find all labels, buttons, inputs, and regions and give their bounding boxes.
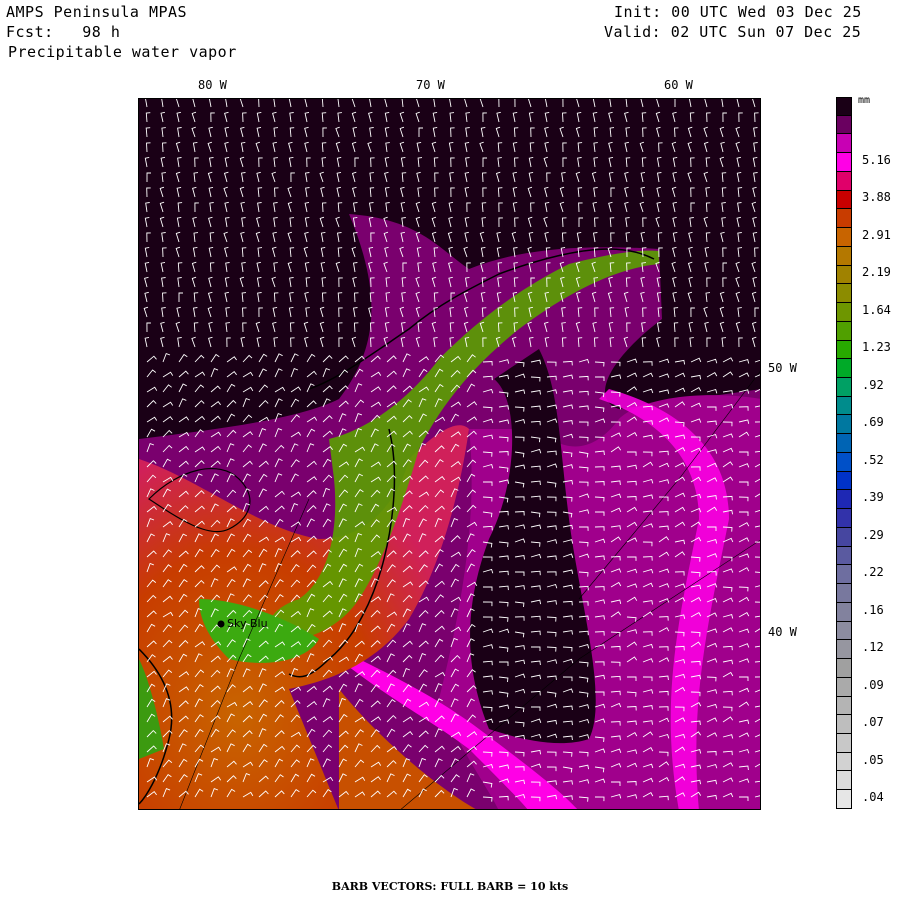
- colorbar-label: 1.23: [862, 340, 891, 355]
- barb-legend: BARB VECTORS: FULL BARB = 10 kts: [331, 880, 569, 893]
- colorbar-cell: [836, 509, 852, 528]
- colorbar-cell: [836, 434, 852, 453]
- colorbar-cell: [836, 752, 852, 772]
- lon-label-60w: 60 W: [664, 78, 693, 92]
- forecast-hour: Fcst: 98 h: [6, 23, 121, 41]
- colorbar-label: .29: [862, 527, 884, 542]
- colorbar-cell: [836, 471, 852, 491]
- colorbar-label: 1.64: [862, 302, 891, 317]
- station-marker: [217, 620, 225, 628]
- colorbar-cell: [836, 584, 852, 603]
- colorbar-label: .39: [862, 490, 884, 505]
- colorbar-cell: [836, 771, 852, 791]
- map-canvas: [139, 99, 760, 809]
- colorbar-label: .69: [862, 415, 884, 430]
- colorbar-cell: [836, 546, 852, 566]
- colorbar-cell: [836, 340, 852, 360]
- lon-label-80w: 80 W: [198, 78, 227, 92]
- colorbar-unit: mm: [858, 95, 871, 106]
- colorbar-cell: [836, 396, 852, 416]
- colorbar-label: 2.91: [862, 227, 891, 242]
- colorbar-cell: [836, 228, 852, 247]
- valid-time: Valid: 02 UTC Sun 07 Dec 25: [604, 23, 862, 41]
- colorbar-label: .92: [862, 377, 884, 392]
- init-time: Init: 00 UTC Wed 03 Dec 25: [614, 3, 862, 21]
- station-label: Sky Blu: [227, 617, 268, 630]
- colorbar-cell: [836, 602, 852, 622]
- colorbar-cell: [836, 209, 852, 229]
- colorbar-cell: [836, 790, 852, 809]
- colorbar-cell: [836, 115, 852, 135]
- colorbar-cell: [836, 321, 852, 341]
- colorbar-cell: [836, 171, 852, 191]
- colorbar-cell: [836, 527, 852, 547]
- colorbar-cell: [836, 733, 852, 753]
- colorbar-cell: [836, 565, 852, 585]
- colorbar-cell: [836, 640, 852, 660]
- colorbar-cell: [836, 153, 852, 172]
- colorbar-cell: [836, 284, 852, 304]
- colorbar-cell: [836, 265, 852, 285]
- colorbar-cell: [836, 490, 852, 510]
- colorbar-label: .22: [862, 565, 884, 580]
- colorbar: [836, 97, 852, 809]
- colorbar-cell: [836, 134, 852, 154]
- colorbar-label: .05: [862, 752, 884, 767]
- colorbar-label: .07: [862, 715, 884, 730]
- colorbar-cell: [836, 246, 852, 266]
- colorbar-cell: [836, 696, 852, 716]
- colorbar-cell: [836, 621, 852, 641]
- colorbar-cell: [836, 190, 852, 210]
- lon-label-70w: 70 W: [416, 78, 445, 92]
- colorbar-label: 5.16: [862, 153, 891, 167]
- colorbar-label: 2.19: [862, 265, 891, 280]
- model-title: AMPS Peninsula MPAS: [6, 3, 188, 21]
- colorbar-cell: [836, 452, 852, 472]
- colorbar-label: 3.88: [862, 190, 891, 205]
- colorbar-cell: [836, 677, 852, 697]
- colorbar-label: .04: [862, 790, 884, 804]
- colorbar-label: .52: [862, 452, 884, 467]
- colorbar-cell: [836, 715, 852, 734]
- lat-label-40w: 40 W: [768, 625, 797, 639]
- colorbar-cell: [836, 303, 852, 322]
- colorbar-label: .16: [862, 602, 884, 617]
- lat-label-50w: 50 W: [768, 361, 797, 375]
- colorbar-cell: [836, 378, 852, 397]
- colorbar-cell: [836, 415, 852, 435]
- colorbar-label: .12: [862, 640, 884, 655]
- colorbar-cell: [836, 659, 852, 678]
- colorbar-cell: [836, 359, 852, 379]
- pwv-map: Sky Blu: [138, 98, 761, 810]
- colorbar-label: .09: [862, 677, 884, 692]
- field-name: Precipitable water vapor: [8, 43, 237, 61]
- colorbar-cell: [836, 97, 852, 116]
